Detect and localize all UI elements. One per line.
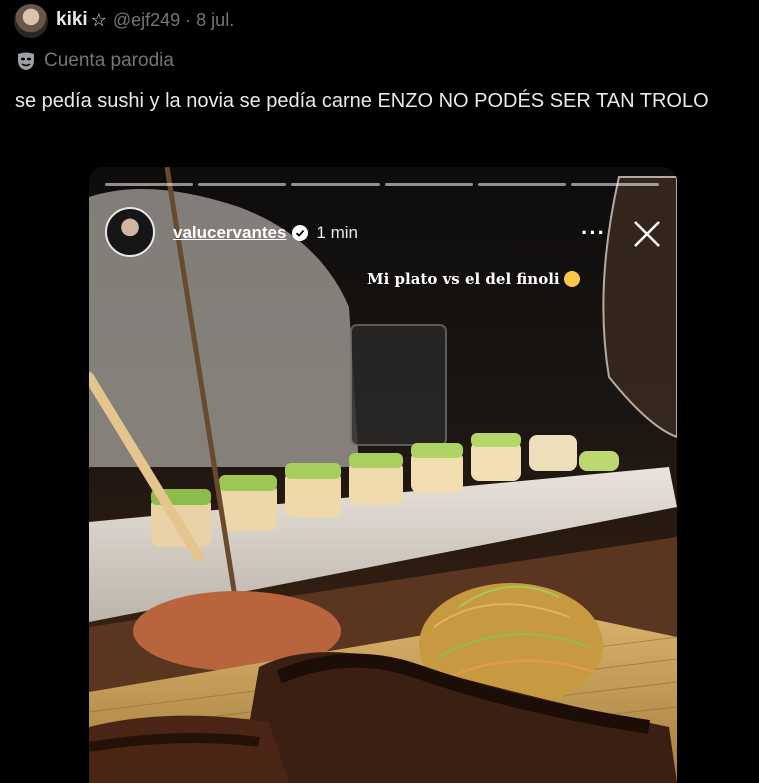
close-icon[interactable] — [630, 217, 664, 251]
verified-icon — [292, 225, 309, 241]
story-username[interactable]: valucervantes — [173, 223, 286, 243]
progress-segment — [291, 183, 380, 186]
separator: · — [185, 9, 192, 30]
tweet-header: kiki ☆ @ejf249 · 8 jul. — [56, 9, 234, 31]
progress-segment — [384, 183, 473, 186]
story-time: 1 min — [316, 223, 358, 242]
laughing-emoji-icon — [563, 271, 580, 287]
story-progress-bar — [105, 183, 660, 186]
tweet-date[interactable]: 8 jul. — [196, 10, 234, 31]
author-avatar[interactable] — [14, 4, 48, 38]
progress-segment — [570, 183, 660, 186]
handle[interactable]: @ejf249 — [113, 10, 180, 31]
progress-segment — [198, 183, 287, 186]
more-options-button[interactable]: ··· — [581, 220, 607, 245]
caption-text: Mi plato vs el del finoli — [367, 270, 560, 288]
parody-label: Cuenta parodia — [44, 50, 174, 71]
food-photo — [89, 167, 677, 783]
progress-segment — [477, 183, 566, 186]
story-avatar[interactable] — [105, 207, 155, 257]
star-icon: ☆ — [90, 9, 107, 30]
progress-segment — [105, 183, 194, 186]
parody-mask-icon — [18, 52, 34, 70]
story-user: valucervantes 1 min — [173, 223, 358, 243]
story-image[interactable]: valucervantes 1 min ··· Mi plato vs el d… — [89, 167, 677, 783]
story-caption: Mi plato vs el del finoli — [367, 270, 580, 288]
tweet-text: se pedía sushi y la novia se pedía carne… — [15, 90, 709, 112]
display-name[interactable]: kiki — [56, 9, 88, 31]
parody-badge: Cuenta parodia — [15, 50, 174, 72]
